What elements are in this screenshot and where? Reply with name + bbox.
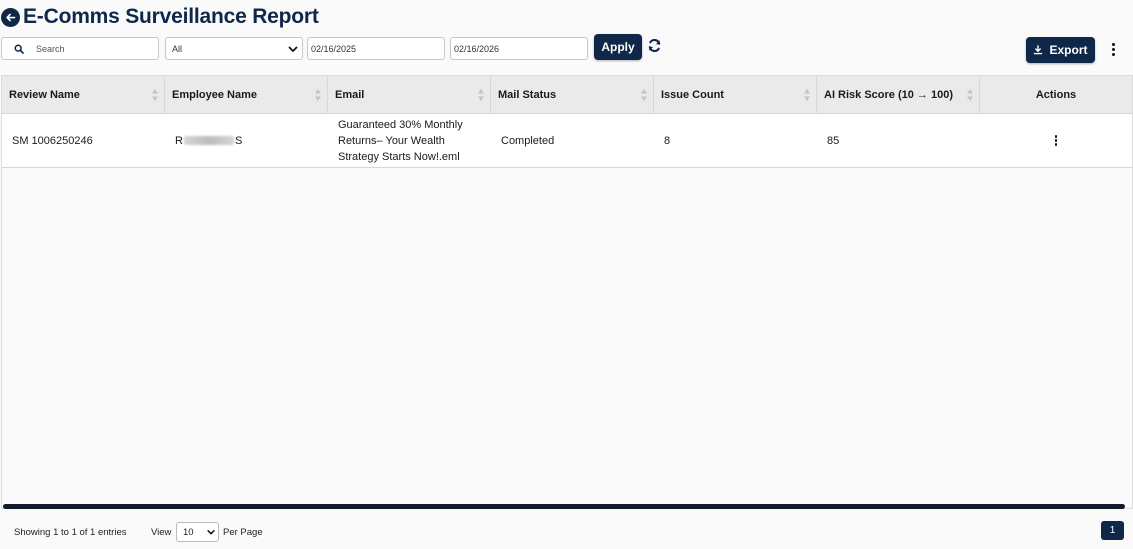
column-label: Employee Name [172,89,257,101]
view-label: View [151,527,172,538]
column-label: Review Name [9,89,80,101]
more-options-icon[interactable] [1106,40,1120,58]
column-ai-risk-score[interactable]: AI Risk Score (10 → 100) [817,76,980,114]
header: E-Comms Surveillance Report [0,3,319,31]
page-button-1[interactable]: 1 [1101,521,1124,540]
entries-info: Showing 1 to 1 of 1 entries [14,527,127,538]
sort-icon [641,89,647,101]
export-label: Export [1049,43,1088,57]
column-label: Issue Count [661,89,724,101]
per-page-value: 10 [183,526,194,538]
row-actions-icon[interactable] [1051,133,1061,149]
sort-icon [152,89,158,101]
date-from-input[interactable]: 02/16/2025 [307,37,445,60]
horizontal-scrollbar[interactable] [3,504,1125,509]
cell-ai-risk-score: 85 [827,134,840,147]
cell-actions [980,114,1132,167]
sort-icon [804,89,810,101]
data-table: Review Name Employee Name Email Mail Sta… [1,75,1133,509]
cell-employee-name: RS [165,114,328,167]
search-input[interactable] [36,43,156,54]
redacted-text [183,136,234,145]
employee-name-end: S [234,134,243,147]
refresh-icon[interactable] [647,38,662,53]
status-select[interactable]: All [165,37,303,60]
apply-button[interactable]: Apply [594,34,642,60]
search-field[interactable] [1,37,159,60]
column-label: Email [335,89,365,101]
table-footer: Showing 1 to 1 of 1 entries View 10 Per … [0,521,1133,545]
chevron-down-icon [288,46,298,52]
per-page-label: Per Page [223,527,263,538]
export-button[interactable]: Export [1026,37,1095,63]
column-issue-count[interactable]: Issue Count [654,76,817,114]
search-icon [14,44,24,54]
column-employee-name[interactable]: Employee Name [165,76,328,114]
column-label: Actions [1035,89,1077,101]
page-title: E-Comms Surveillance Report [23,5,319,28]
column-review-name[interactable]: Review Name [2,76,165,114]
column-actions: Actions [980,76,1132,114]
column-mail-status[interactable]: Mail Status [491,76,654,114]
status-select-value: All [172,43,183,54]
date-to-input[interactable]: 02/16/2026 [450,37,588,60]
per-page-select[interactable]: 10 [176,522,219,542]
chevron-down-icon [207,530,215,535]
sort-icon [478,89,484,101]
table-row[interactable]: SM 1006250246 RS Guaranteed 30% Monthly … [2,114,1132,168]
column-label: Mail Status [498,89,557,101]
column-label: AI Risk Score (10 → 100) [824,89,954,101]
cell-mail-status: Completed [501,134,555,147]
employee-name-start: R [175,134,183,147]
table-header: Review Name Employee Name Email Mail Sta… [2,76,1132,114]
page: E-Comms Surveillance Report All 02/16/20… [0,0,1133,549]
sort-icon [967,89,973,101]
cell-email[interactable]: Guaranteed 30% Monthly Returns– Your Wea… [328,114,491,167]
back-arrow-icon[interactable] [1,7,20,27]
cell-review-name: SM 1006250246 [12,134,93,147]
sort-icon [315,89,321,101]
column-email[interactable]: Email [328,76,491,114]
cell-issue-count: 8 [664,134,671,147]
download-icon [1034,45,1043,55]
